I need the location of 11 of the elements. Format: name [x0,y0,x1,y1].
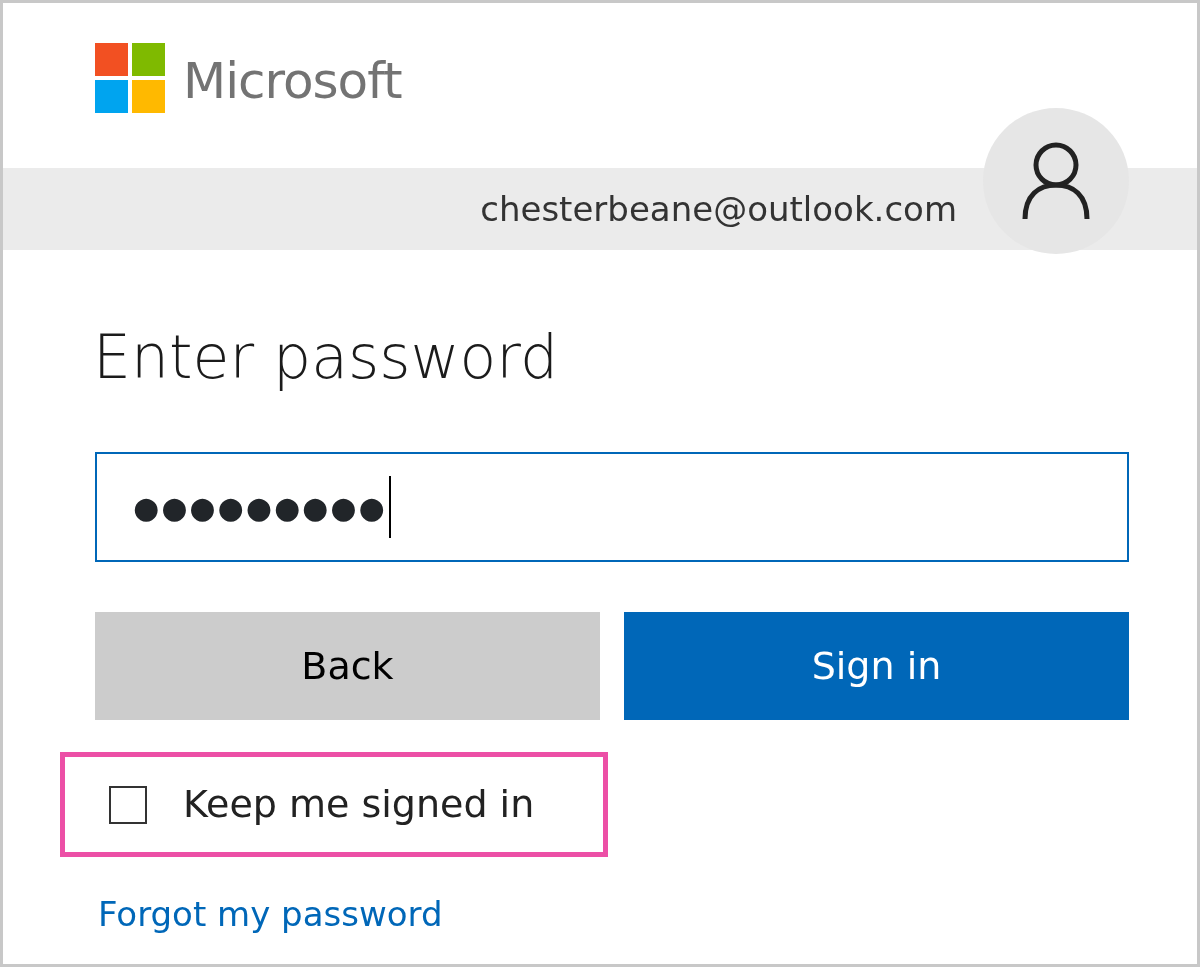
text-cursor [388,476,391,538]
brand-name: Microsoft [183,51,402,112]
back-button[interactable]: Back [95,612,600,720]
account-email: chesterbeane@outlook.com [480,187,957,231]
password-field[interactable]: ●●●●●●●●● [95,452,1129,562]
page-heading: Enter password [93,321,559,394]
sign-in-button[interactable]: Sign in [624,612,1129,720]
checkbox-label[interactable]: Keep me signed in [183,776,535,833]
logo-icon [95,43,165,113]
checkbox[interactable] [109,785,147,824]
forgot-password-link[interactable]: Forgot my password [98,889,443,940]
